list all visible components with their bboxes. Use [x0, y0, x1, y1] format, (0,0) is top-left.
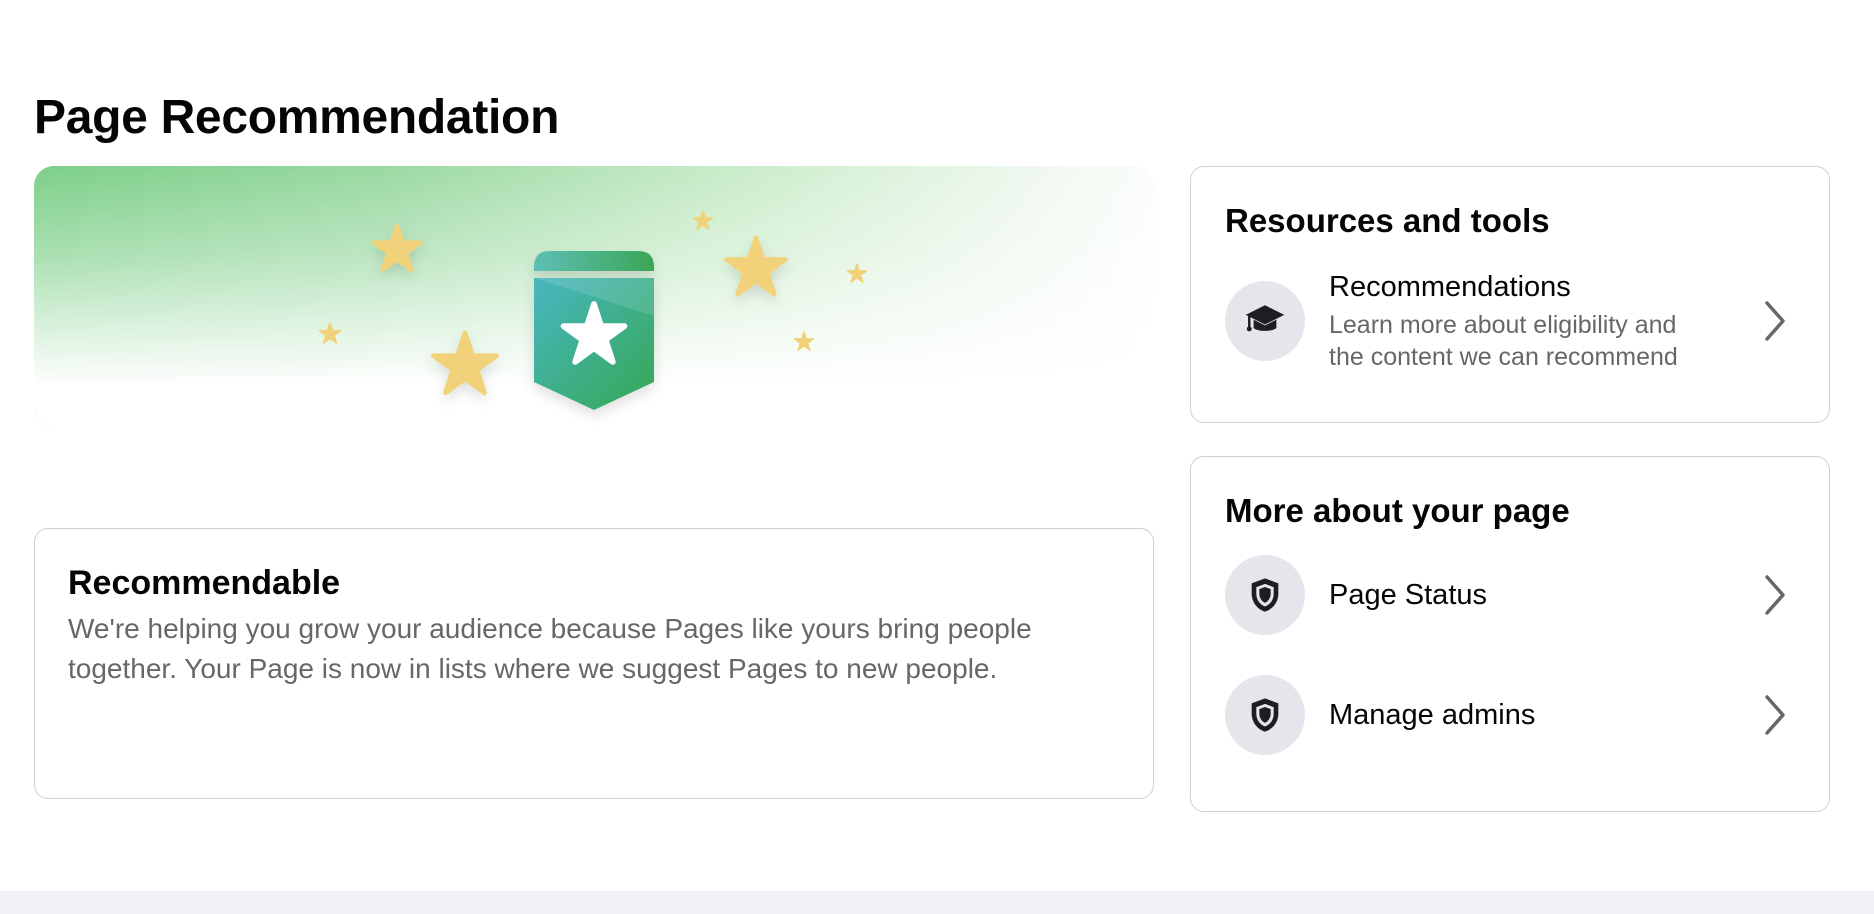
shield-icon	[1225, 675, 1305, 755]
more-about-page-title: More about your page	[1225, 492, 1570, 529]
page-status-text: Page Status	[1329, 577, 1755, 613]
star-icon	[794, 332, 813, 350]
chevron-right-icon	[1755, 685, 1795, 745]
recommendable-description: We're helping you grow your audience bec…	[68, 613, 1032, 684]
recommendations-subtitle-line1: Learn more about eligibility and	[1329, 311, 1677, 339]
resources-title: Resources and tools	[1225, 202, 1550, 239]
chevron-right-icon	[1755, 565, 1795, 625]
star-icon	[727, 238, 786, 294]
recommendation-badge-icon	[534, 251, 654, 410]
star-icon	[693, 211, 712, 229]
recommendations-title: Recommendations	[1329, 271, 1571, 303]
recommendable-title: Recommendable	[68, 564, 341, 602]
hero-banner	[34, 166, 1154, 426]
footer-divider-strip	[0, 891, 1874, 914]
recommendations-subtitle: Learn more about eligibility and the con…	[1329, 309, 1755, 373]
page-title: Page Recommendation	[34, 91, 560, 144]
page-status-label: Page Status	[1329, 579, 1487, 611]
graduation-cap-icon	[1225, 281, 1305, 361]
shield-icon	[1225, 555, 1305, 635]
manage-admins-text: Manage admins	[1329, 697, 1755, 733]
star-icon	[373, 225, 421, 270]
chevron-right-icon	[1755, 291, 1795, 351]
resources-card: Resources and tools Recommendations Lear…	[1190, 166, 1830, 423]
page-status-row[interactable]: Page Status	[1225, 555, 1795, 635]
manage-admins-label: Manage admins	[1329, 699, 1536, 731]
manage-admins-row[interactable]: Manage admins	[1225, 675, 1795, 755]
recommendable-card: Recommendable We're helping you grow you…	[34, 528, 1154, 799]
star-icon	[847, 264, 866, 282]
recommendations-text: Recommendations Learn more about eligibi…	[1329, 269, 1755, 373]
star-icon	[320, 323, 341, 343]
more-about-page-card: More about your page Page Status Manage …	[1190, 456, 1830, 812]
hero-illustration	[34, 166, 1154, 410]
star-icon	[434, 333, 497, 393]
recommendations-subtitle-line2: the content we can recommend	[1329, 343, 1678, 371]
recommendations-row[interactable]: Recommendations Learn more about eligibi…	[1225, 269, 1795, 373]
